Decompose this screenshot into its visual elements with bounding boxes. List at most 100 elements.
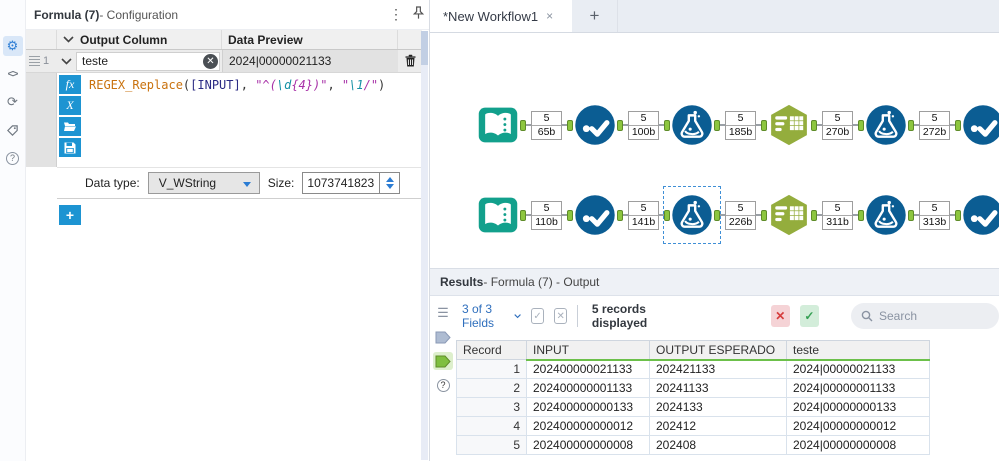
config-scrollbar[interactable] xyxy=(421,31,428,460)
select-all-checkbox-icon[interactable]: ✓ xyxy=(531,308,545,324)
drag-handle-icon[interactable] xyxy=(29,56,40,66)
connection-label: 5 270b xyxy=(822,110,853,140)
data-cell: 2024|00000001133 xyxy=(786,378,930,398)
chevron-down-icon xyxy=(242,182,251,187)
workflow-canvas[interactable]: 5 65b 5 100b 5 185b 5 270b 5 272b 5 110b 5 141b 5 226b… xyxy=(430,33,999,268)
formula-tool[interactable] xyxy=(864,103,908,147)
select-tool[interactable] xyxy=(961,103,999,147)
tag-icon[interactable] xyxy=(3,120,23,140)
formula-tool[interactable] xyxy=(663,186,721,244)
results-title: Results - Formula (7) - Output xyxy=(430,269,999,295)
results-column-header[interactable]: Record xyxy=(456,340,527,360)
results-title-rest: - Formula (7) - Output xyxy=(483,275,600,289)
select-tool[interactable] xyxy=(573,193,617,237)
code-icon[interactable]: <> xyxy=(3,64,23,84)
spin-up-icon[interactable] xyxy=(385,177,394,182)
save-expression-button[interactable] xyxy=(59,138,81,157)
alteryx-designer-window: ⚙ <> ⟳ ? Formula (7) - Configuration ⋮ O… xyxy=(0,0,999,461)
size-stepper[interactable] xyxy=(380,172,401,194)
results-column-header[interactable]: teste xyxy=(786,340,930,361)
data-cell: 202400000000008 xyxy=(526,435,650,455)
text-input-tool[interactable] xyxy=(476,193,520,237)
datatype-dropdown[interactable]: V_WString xyxy=(147,172,260,194)
formula-token: {4})" xyxy=(291,78,328,92)
workflow-row: 5 110b 5 141b 5 226b 5 311b 5 313b xyxy=(476,186,999,244)
row-number: 1 xyxy=(43,55,50,67)
input-anchor-icon[interactable] xyxy=(433,328,453,346)
data-cell: 202421133 xyxy=(649,359,787,379)
results-title-bold: Results xyxy=(440,275,484,289)
data-cell: 202408 xyxy=(649,435,787,455)
formula-tool[interactable] xyxy=(864,193,908,237)
config-left-rail: ⚙ <> ⟳ ? xyxy=(0,0,26,461)
list-view-icon[interactable]: ☰ xyxy=(433,304,453,322)
data-preview-header[interactable]: Data Preview xyxy=(228,33,303,47)
output-column-input[interactable] xyxy=(76,51,220,71)
chevron-down-icon[interactable] xyxy=(61,57,72,65)
data-cell: 202400000001133 xyxy=(526,378,650,398)
spin-down-icon[interactable] xyxy=(385,184,394,189)
results-table: Record INPUT OUTPUT ESPERADO teste 1 2024000… xyxy=(456,340,930,455)
connection-label: 5 141b xyxy=(628,200,659,230)
chevron-down-icon[interactable] xyxy=(63,36,74,43)
tab-label: *New Workflow1 xyxy=(443,8,539,24)
connection-label: 5 311b xyxy=(822,200,853,230)
pin-icon[interactable] xyxy=(407,6,429,23)
data-cell: 20241133 xyxy=(649,378,787,398)
formula-token: , xyxy=(327,78,342,92)
record-number-cell: 1 xyxy=(456,359,527,379)
connection-label: 5 100b xyxy=(628,110,659,140)
results-toolbar: 3 of 3 Fields ✓ ✕ 5 records displayed ✕ … xyxy=(456,296,999,336)
failed-filter-button[interactable]: ✕ xyxy=(770,305,790,327)
formula-tool[interactable] xyxy=(670,103,714,147)
chevron-down-icon xyxy=(514,314,521,319)
table-row: 5 202400000000008 202408 2024|00000000008 xyxy=(456,435,930,455)
output-anchor-icon[interactable] xyxy=(433,352,453,370)
search-input[interactable] xyxy=(878,309,989,323)
formula-token: "^( xyxy=(255,78,277,92)
functions-button[interactable]: fx xyxy=(59,75,81,94)
formula-expression[interactable]: REGEX_Replace([INPUT], "^(\d{4})", "\1/"… xyxy=(83,73,422,167)
results-column-header[interactable]: OUTPUT ESPERADO xyxy=(649,340,787,361)
formula-token: , xyxy=(240,78,256,92)
passed-filter-button[interactable]: ✓ xyxy=(799,305,819,327)
connection-label: 5 226b xyxy=(725,200,756,230)
output-column-header[interactable]: Output Column xyxy=(80,33,167,47)
deselect-all-icon[interactable]: ✕ xyxy=(554,308,568,324)
text-input-tool[interactable] xyxy=(476,103,520,147)
variables-button[interactable]: X xyxy=(59,96,81,115)
refresh-icon[interactable]: ⟳ xyxy=(3,92,23,112)
fields-dropdown[interactable]: 3 of 3 Fields xyxy=(462,302,521,330)
open-expression-button[interactable] xyxy=(59,117,81,136)
help-icon[interactable]: ? xyxy=(3,148,23,168)
add-column-button[interactable]: + xyxy=(59,205,81,225)
tab-new-workflow1[interactable]: *New Workflow1 × xyxy=(430,0,572,32)
select-tool[interactable] xyxy=(573,103,617,147)
formula-token: \d xyxy=(276,78,292,92)
close-tab-icon[interactable]: × xyxy=(546,9,553,23)
connection-label: 5 313b xyxy=(919,200,950,230)
connection-label: 5 110b xyxy=(531,200,562,230)
fields-summary: 3 of 3 Fields xyxy=(462,302,495,330)
help-icon[interactable]: ? xyxy=(433,376,453,394)
clear-field-icon[interactable]: ✕ xyxy=(203,53,218,69)
floppy-disk-icon xyxy=(64,142,76,153)
select-tool[interactable] xyxy=(961,193,999,237)
delete-row-button[interactable] xyxy=(398,50,422,72)
new-tab-button[interactable]: + xyxy=(572,0,618,32)
results-header-row: Record INPUT OUTPUT ESPERADO teste xyxy=(456,340,930,361)
size-label: Size: xyxy=(267,176,295,190)
data-cell: 2024|00000021133 xyxy=(786,359,930,379)
table-row: 2 202400000001133 20241133 2024|00000001133 xyxy=(456,378,930,398)
results-column-header[interactable]: INPUT xyxy=(526,340,650,361)
gear-icon[interactable]: ⚙ xyxy=(2,36,23,56)
config-body: Output Column Data Preview 1 ✕ xyxy=(26,30,422,225)
data-cell: 2024|00000000133 xyxy=(786,397,930,417)
crosstab-tool[interactable] xyxy=(767,193,811,237)
fields-grid-header: Output Column Data Preview xyxy=(26,30,422,50)
table-row: 4 202400000000012 202412 2024|00000000012 xyxy=(456,416,930,436)
crosstab-tool[interactable] xyxy=(767,103,811,147)
kebab-menu-icon[interactable]: ⋮ xyxy=(385,6,407,23)
size-input[interactable] xyxy=(302,172,381,194)
configuration-panel: ⚙ <> ⟳ ? Formula (7) - Configuration ⋮ O… xyxy=(0,0,430,461)
